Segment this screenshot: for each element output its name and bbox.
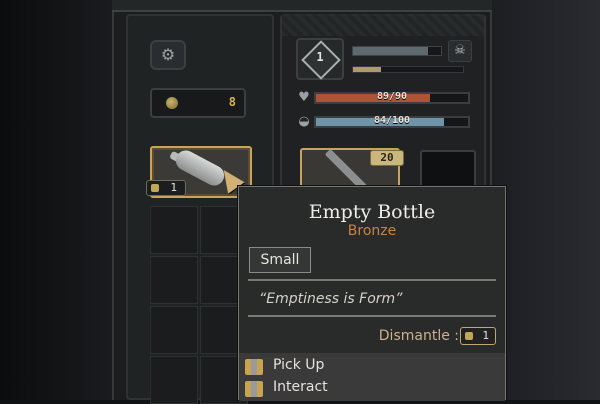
- window-top-trim: [112, 0, 492, 12]
- inventory-cell[interactable]: [150, 256, 198, 304]
- settings-button[interactable]: ⚙: [150, 40, 186, 70]
- item-flavor-text: “Emptiness is Form”: [259, 291, 403, 307]
- item-count-chip: 1: [146, 180, 186, 196]
- inventory-grid: [150, 206, 250, 404]
- heart-icon: ♥: [298, 90, 310, 105]
- health-bar: 89/90: [314, 91, 470, 104]
- stamina-bar: 84/100: [314, 115, 470, 128]
- xp-bar: [352, 46, 442, 56]
- action-label: Pick Up: [273, 357, 325, 373]
- xp-bar-fill: [353, 47, 428, 55]
- item-rarity: Bronze: [347, 223, 397, 239]
- dismantle-yield: 1: [482, 329, 489, 342]
- stamina-icon: ◒: [298, 114, 310, 129]
- level-number: 1: [316, 50, 324, 64]
- coin-icon: [465, 332, 473, 340]
- knife-icon: [324, 148, 368, 192]
- tooltip-divider: [248, 279, 496, 281]
- left-background: [0, 0, 112, 400]
- action-label: Interact: [273, 379, 328, 395]
- item-size-tag: Small: [249, 247, 311, 273]
- panel-ornament: [282, 14, 484, 36]
- inventory-cell[interactable]: [150, 306, 198, 354]
- skull-icon[interactable]: ☠: [448, 40, 472, 62]
- dismantle-yield-chip: 1: [460, 327, 496, 345]
- mouse-button-icon: [245, 359, 263, 375]
- inventory-cell[interactable]: [150, 356, 198, 404]
- mouse-button-icon: [245, 381, 263, 397]
- secondary-progress-fill: [353, 67, 381, 72]
- inventory-cell[interactable]: [150, 206, 198, 254]
- stamina-value: 84/100: [373, 115, 411, 126]
- dismantle-label: Dismantle :: [378, 328, 459, 344]
- coin-icon: [166, 97, 178, 109]
- item-tooltip: Empty Bottle Bronze Small “Emptiness is …: [238, 186, 506, 401]
- secondary-progress-bar: [352, 66, 464, 73]
- tooltip-divider: [248, 315, 496, 317]
- health-value: 89/90: [376, 91, 408, 102]
- item-count: 1: [170, 181, 177, 194]
- price-badge: 20: [370, 150, 404, 166]
- gold-amount: 8: [228, 95, 236, 109]
- tooltip-actions: Pick Up Interact: [239, 353, 505, 401]
- item-name: Empty Bottle: [308, 201, 436, 223]
- right-background: [492, 0, 600, 400]
- coin-icon: [151, 184, 159, 192]
- level-badge: 1: [296, 38, 344, 80]
- action-interact[interactable]: Interact: [245, 379, 485, 399]
- action-pick-up[interactable]: Pick Up: [245, 357, 485, 377]
- gold-counter: 8: [150, 88, 246, 118]
- settings-icon: ⚙: [160, 45, 176, 64]
